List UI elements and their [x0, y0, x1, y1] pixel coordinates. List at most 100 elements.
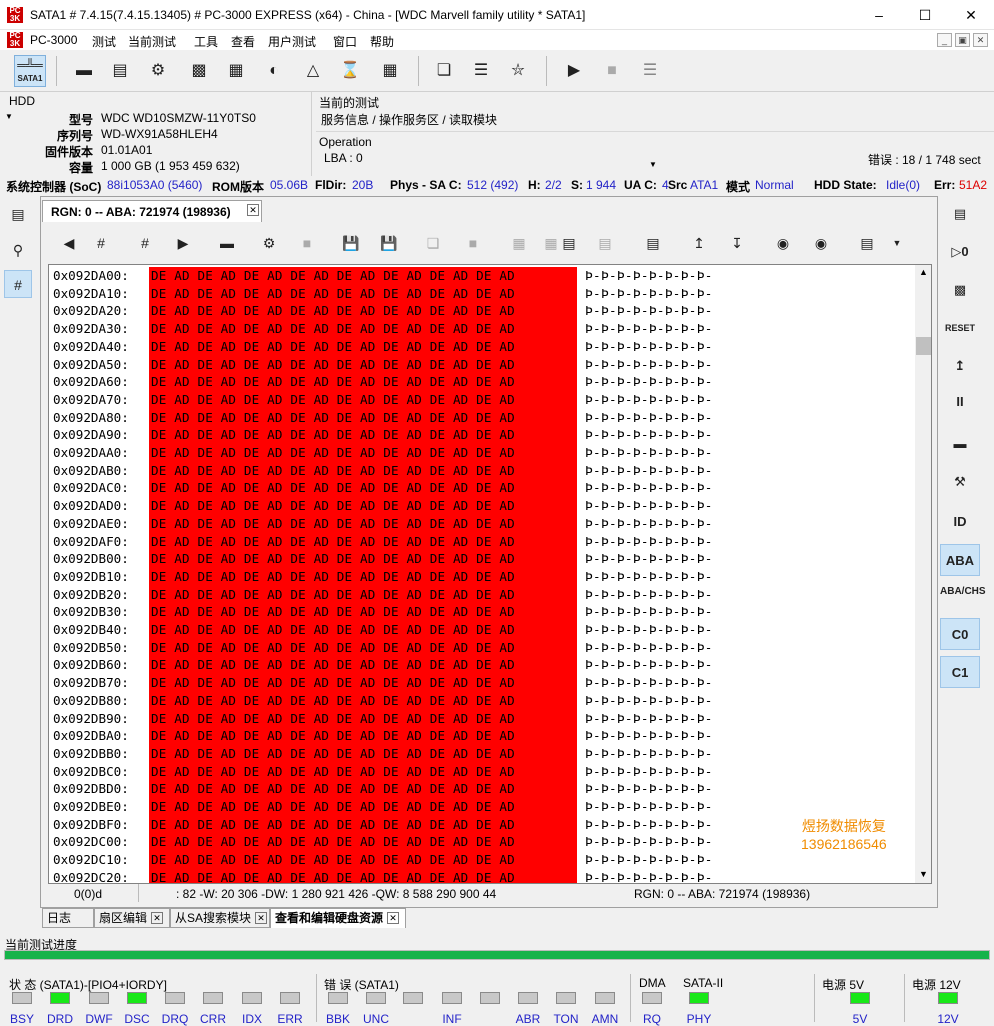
- hex-bytes[interactable]: DE AD DE AD DE AD DE AD DE AD DE AD DE A…: [149, 744, 577, 763]
- hex-bytes[interactable]: DE AD DE AD DE AD DE AD DE AD DE AD DE A…: [149, 302, 577, 321]
- hex-bytes[interactable]: DE AD DE AD DE AD DE AD DE AD DE AD DE A…: [149, 833, 577, 852]
- ascii-text[interactable]: Þ-Þ-Þ-Þ-Þ-Þ-Þ-Þ-: [585, 798, 713, 816]
- pause-icon[interactable]: II: [940, 386, 980, 418]
- checksum-icon[interactable]: ▤: [640, 230, 666, 256]
- hex-bytes[interactable]: DE AD DE AD DE AD DE AD DE AD DE AD DE A…: [149, 691, 577, 710]
- run-icon[interactable]: ⛦: [502, 55, 534, 87]
- structure-icon[interactable]: ▤: [854, 230, 880, 256]
- hex-bytes[interactable]: DE AD DE AD DE AD DE AD DE AD DE AD DE A…: [149, 603, 577, 621]
- hex-bytes[interactable]: DE AD DE AD DE AD DE AD DE AD DE AD DE A…: [149, 550, 577, 568]
- chip-icon[interactable]: ▩: [183, 55, 215, 87]
- hex-bytes[interactable]: DE AD DE AD DE AD DE AD DE AD DE AD DE A…: [149, 284, 577, 303]
- ascii-text[interactable]: Þ-Þ-Þ-Þ-Þ-Þ-Þ-Þ-: [585, 763, 713, 781]
- hex-bytes[interactable]: DE AD DE AD DE AD DE AD DE AD DE AD DE A…: [149, 355, 577, 374]
- copy-icon[interactable]: ❏: [420, 230, 446, 256]
- disk-tools-icon[interactable]: ◐: [258, 55, 290, 87]
- hex-rows[interactable]: 0x092DA00: DE AD DE AD DE AD DE AD DE AD …: [49, 265, 915, 883]
- ascii-text[interactable]: Þ-Þ-Þ-Þ-Þ-Þ-Þ-Þ-: [585, 497, 713, 515]
- menu-tools[interactable]: 工具: [194, 33, 218, 50]
- passport-icon[interactable]: ▤: [104, 55, 136, 87]
- hex-bytes[interactable]: DE AD DE AD DE AD DE AD DE AD DE AD DE A…: [149, 780, 577, 798]
- reset-icon[interactable]: RESET: [940, 312, 980, 344]
- hex-bytes[interactable]: DE AD DE AD DE AD DE AD DE AD DE AD DE A…: [149, 585, 577, 604]
- hex-view[interactable]: 0x092DA00: DE AD DE AD DE AD DE AD DE AD …: [48, 264, 932, 884]
- passport-icon[interactable]: ▤: [940, 198, 980, 230]
- tab-log[interactable]: 日志: [42, 908, 94, 928]
- hex-number-icon[interactable]: ▤: [592, 230, 618, 256]
- passport-icon[interactable]: ▤: [4, 200, 32, 228]
- close-tab-icon[interactable]: ✕: [247, 204, 259, 216]
- ascii-text[interactable]: Þ-Þ-Þ-Þ-Þ-Þ-Þ-Þ-: [585, 373, 713, 391]
- ascii-text[interactable]: Þ-Þ-Þ-Þ-Þ-Þ-Þ-Þ-: [585, 639, 713, 657]
- find-icon[interactable]: ◉: [770, 230, 796, 256]
- search-key-icon[interactable]: ⚲: [4, 236, 32, 264]
- ascii-text[interactable]: Þ-Þ-Þ-Þ-Þ-Þ-Þ-Þ-: [585, 692, 713, 710]
- ascii-text[interactable]: Þ-Þ-Þ-Þ-Þ-Þ-Þ-Þ-: [585, 656, 713, 674]
- hex-bytes[interactable]: DE AD DE AD DE AD DE AD DE AD DE AD DE A…: [149, 320, 577, 338]
- close-tab-icon[interactable]: ✕: [255, 912, 268, 924]
- hex-bytes[interactable]: DE AD DE AD DE AD DE AD DE AD DE AD DE A…: [149, 567, 577, 586]
- ascii-text[interactable]: Þ-Þ-Þ-Þ-Þ-Þ-Þ-Þ-: [585, 745, 713, 763]
- stop-icon[interactable]: ■: [294, 230, 320, 256]
- structure-dropdown-icon[interactable]: ▼: [884, 230, 910, 256]
- hex-bytes[interactable]: DE AD DE AD DE AD DE AD DE AD DE AD DE A…: [149, 762, 577, 781]
- ascii-text[interactable]: Þ-Þ-Þ-Þ-Þ-Þ-Þ-Þ-: [585, 285, 713, 303]
- read-icon[interactable]: ▬: [214, 230, 240, 256]
- ascii-text[interactable]: Þ-Þ-Þ-Þ-Þ-Þ-Þ-Þ-: [585, 391, 713, 409]
- close-button[interactable]: ✕: [948, 0, 994, 30]
- open-icon[interactable]: 💾: [376, 230, 402, 256]
- board-icon[interactable]: ▦: [220, 55, 252, 87]
- hourglass-tool-icon[interactable]: ⌛: [334, 55, 366, 87]
- grid-icon[interactable]: ▦: [374, 55, 406, 87]
- hex-bytes[interactable]: DE AD DE AD DE AD DE AD DE AD DE AD DE A…: [149, 851, 577, 869]
- mdi-close-button[interactable]: ✕: [973, 33, 988, 47]
- compare-icon[interactable]: ▦: [506, 230, 532, 256]
- hex-bytes[interactable]: DE AD DE AD DE AD DE AD DE AD DE AD DE A…: [149, 497, 577, 515]
- ascii-text[interactable]: Þ-Þ-Þ-Þ-Þ-Þ-Þ-Þ-: [585, 621, 713, 639]
- ascii-text[interactable]: Þ-Þ-Þ-Þ-Þ-Þ-Þ-Þ-: [585, 302, 713, 320]
- aba-button[interactable]: ABA: [940, 544, 980, 576]
- next-icon[interactable]: ▶: [170, 230, 196, 256]
- hex-bytes[interactable]: DE AD DE AD DE AD DE AD DE AD DE AD DE A…: [149, 514, 577, 533]
- close-tab-icon[interactable]: ✕: [151, 912, 164, 924]
- ascii-text[interactable]: Þ-Þ-Þ-Þ-Þ-Þ-Þ-Þ-: [585, 674, 713, 692]
- hex-bytes[interactable]: DE AD DE AD DE AD DE AD DE AD DE AD DE A…: [149, 674, 577, 692]
- ascii-text[interactable]: Þ-Þ-Þ-Þ-Þ-Þ-Þ-Þ-: [585, 356, 713, 374]
- go-start-icon[interactable]: ↥: [686, 230, 712, 256]
- ascii-text[interactable]: Þ-Þ-Þ-Þ-Þ-Þ-Þ-Þ-: [585, 444, 713, 462]
- save-icon[interactable]: 💾: [338, 230, 364, 256]
- menu-pc3000[interactable]: PC-3000: [30, 33, 77, 47]
- hex-bytes[interactable]: DE AD DE AD DE AD DE AD DE AD DE AD DE A…: [149, 868, 577, 883]
- vertical-scrollbar[interactable]: ▲ ▼: [915, 265, 931, 883]
- paste-icon[interactable]: ■: [460, 230, 486, 256]
- menu-user-test[interactable]: 用户测试: [268, 33, 316, 50]
- prev-icon[interactable]: ◀: [56, 230, 82, 256]
- c1-button[interactable]: C1: [940, 656, 980, 688]
- close-tab-icon[interactable]: ✕: [387, 912, 400, 924]
- disk-stack-icon[interactable]: ☰: [465, 55, 497, 87]
- hex-bytes[interactable]: DE AD DE AD DE AD DE AD DE AD DE AD DE A…: [149, 532, 577, 551]
- maximize-button[interactable]: ☐: [902, 0, 948, 30]
- ascii-text[interactable]: Þ-Þ-Þ-Þ-Þ-Þ-Þ-Þ-: [585, 869, 713, 883]
- log-list-icon[interactable]: ☰: [634, 55, 666, 87]
- play-icon[interactable]: ▶: [558, 55, 590, 87]
- editor-tab[interactable]: RGN: 0 -- ABA: 721974 (198936) ✕: [42, 200, 262, 222]
- copy-icon[interactable]: ❏: [428, 55, 460, 87]
- chip-icon[interactable]: ▩: [940, 274, 980, 306]
- ascii-text[interactable]: Þ-Þ-Þ-Þ-Þ-Þ-Þ-Þ-: [585, 462, 713, 480]
- ascii-text[interactable]: Þ-Þ-Þ-Þ-Þ-Þ-Þ-Þ-: [585, 533, 713, 551]
- hex-bytes[interactable]: DE AD DE AD DE AD DE AD DE AD DE AD DE A…: [149, 656, 577, 675]
- ascii-text[interactable]: Þ-Þ-Þ-Þ-Þ-Þ-Þ-Þ-: [585, 568, 713, 586]
- ascii-text[interactable]: Þ-Þ-Þ-Þ-Þ-Þ-Þ-Þ-: [585, 603, 713, 621]
- triangle-tool-icon[interactable]: △: [297, 55, 329, 87]
- gear-read-icon[interactable]: ⚙: [256, 230, 282, 256]
- menu-test[interactable]: 测试: [92, 33, 116, 50]
- menu-current-test[interactable]: 当前测试: [128, 33, 176, 50]
- scroll-down-icon[interactable]: ▼: [919, 869, 928, 879]
- stop-icon[interactable]: ■: [596, 55, 628, 87]
- scroll-up-icon[interactable]: ▲: [919, 267, 928, 277]
- ascii-text[interactable]: Þ-Þ-Þ-Þ-Þ-Þ-Þ-Þ-: [585, 409, 713, 427]
- ascii-text[interactable]: Þ-Þ-Þ-Þ-Þ-Þ-Þ-Þ-: [585, 816, 713, 834]
- hex-bytes[interactable]: DE AD DE AD DE AD DE AD DE AD DE AD DE A…: [149, 621, 577, 639]
- go-end-icon[interactable]: ↧: [724, 230, 750, 256]
